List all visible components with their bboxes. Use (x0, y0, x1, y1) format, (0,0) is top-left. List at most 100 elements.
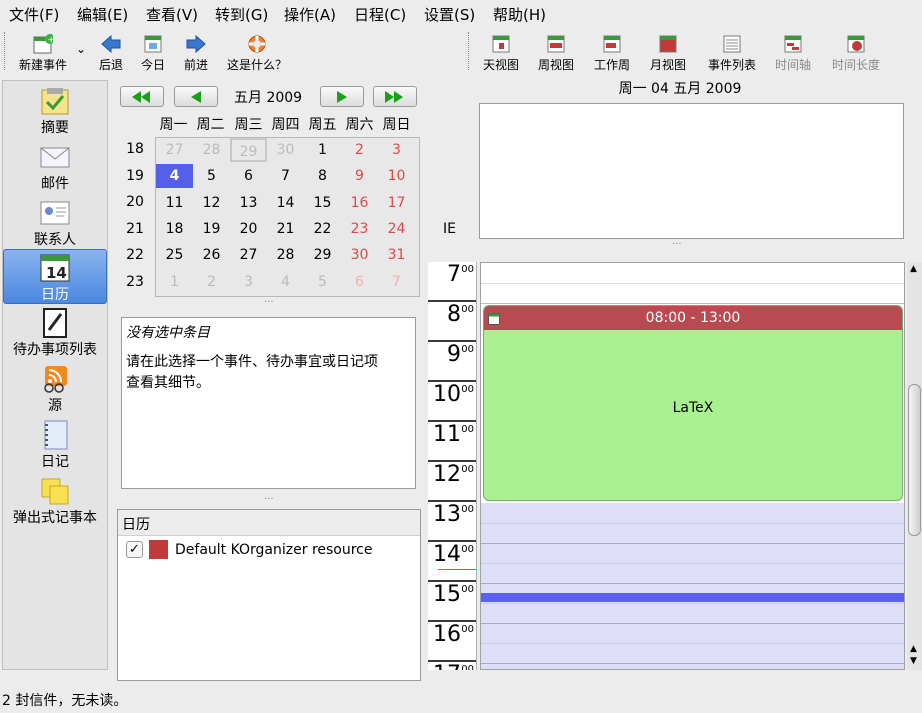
next-month-button[interactable] (320, 86, 364, 107)
sidebar-item-journal[interactable]: 日记 (3, 417, 107, 472)
all-day-area[interactable] (479, 103, 904, 239)
day-cell[interactable]: 1 (304, 138, 341, 162)
day-cell[interactable]: 9 (341, 164, 378, 188)
day-view-button[interactable]: 天视图 (480, 32, 522, 74)
sidebar-item-mail[interactable]: 邮件 (3, 139, 107, 194)
prev-month-button[interactable] (174, 86, 218, 107)
forward-button[interactable]: 前进 (181, 32, 211, 74)
back-button[interactable]: 后退 (96, 32, 126, 74)
week-number[interactable]: 20 (120, 194, 150, 210)
day-cell[interactable]: 30 (267, 138, 304, 162)
menu-settings[interactable]: 设置(S) (424, 4, 475, 25)
event-latex[interactable]: 08:00 - 13:00 LaTeX (483, 305, 903, 501)
day-cell[interactable]: 19 (193, 217, 230, 241)
new-event-dropdown-icon[interactable]: ⌄ (76, 42, 86, 56)
month-view-button[interactable]: 月视图 (647, 32, 689, 74)
sidebar-item-feeds[interactable]: 源 (3, 361, 107, 416)
day-cell[interactable]: 10 (378, 164, 415, 188)
selection-bar[interactable] (481, 593, 904, 602)
day-cell[interactable]: 31 (378, 243, 415, 267)
day-cell[interactable]: 4 (267, 270, 304, 294)
menu-go[interactable]: 转到(G) (215, 4, 268, 25)
day-cell[interactable]: 6 (341, 270, 378, 294)
next-year-button[interactable] (373, 86, 417, 107)
day-cell[interactable]: 27 (156, 138, 193, 162)
day-cell[interactable]: 14 (267, 191, 304, 215)
day-cell[interactable]: 25 (156, 243, 193, 267)
day-cell[interactable]: 2 (341, 138, 378, 162)
scroll-down-icon[interactable]: ▼ (910, 656, 917, 666)
day-cell[interactable]: 26 (193, 243, 230, 267)
work-week-button[interactable]: 工作周 (591, 32, 633, 74)
day-cell[interactable]: 17 (378, 191, 415, 215)
today-button[interactable]: 今日 (138, 32, 168, 74)
week-number[interactable]: 23 (120, 274, 150, 290)
event-list-button[interactable]: 事件列表 (704, 32, 760, 74)
day-cell[interactable]: 12 (193, 191, 230, 215)
week-number[interactable]: 22 (120, 247, 150, 263)
week-number[interactable]: 19 (120, 168, 150, 184)
day-cell[interactable]: 11 (156, 191, 193, 215)
resource-checkbox[interactable]: ✓ (126, 541, 143, 558)
scroll-up-icon[interactable]: ▲ (910, 264, 917, 274)
day-cell[interactable]: 2 (193, 270, 230, 294)
day-cell[interactable]: 13 (230, 191, 267, 215)
agenda-scrollbar[interactable]: ▲ ▲ ▼ (907, 262, 922, 670)
day-cell[interactable]: 24 (378, 217, 415, 241)
calendar-resource-row[interactable]: ✓ Default KOrganizer resource (126, 540, 373, 559)
day-cell[interactable]: 30 (341, 243, 378, 267)
hour-label: 15 00 (428, 580, 476, 620)
day-cell[interactable]: 20 (230, 217, 267, 241)
day-cell[interactable]: 5 (304, 270, 341, 294)
day-cell[interactable]: 6 (230, 164, 267, 188)
day-cell[interactable]: 29 (304, 243, 341, 267)
toolbar-handle[interactable] (4, 32, 6, 70)
day-cell[interactable]: 27 (230, 243, 267, 267)
menu-help[interactable]: 帮助(H) (493, 4, 546, 25)
menu-schedule[interactable]: 日程(C) (354, 4, 406, 25)
day-cell[interactable]: 5 (193, 164, 230, 188)
day-cell[interactable]: 1 (156, 270, 193, 294)
day-cell-selected[interactable]: 4 (156, 164, 193, 188)
splitter-handle[interactable]: ··· (672, 239, 682, 250)
arrow-left-icon (101, 34, 121, 54)
day-cell[interactable]: 28 (193, 138, 230, 162)
sidebar-item-notes[interactable]: 弹出式记事本 (3, 473, 107, 528)
splitter-handle[interactable]: ··· (264, 494, 274, 505)
agenda-date-title: 周一 04 五月 2009 (618, 81, 742, 97)
week-number[interactable]: 21 (120, 221, 150, 237)
day-cell[interactable]: 7 (267, 164, 304, 188)
time-span-button[interactable]: 时间长度 (827, 32, 885, 74)
menu-actions[interactable]: 操作(A) (284, 4, 336, 25)
toolbar-handle[interactable] (468, 32, 470, 70)
sidebar-item-todo[interactable]: 待办事项列表 (3, 305, 107, 360)
day-cell[interactable]: 15 (304, 191, 341, 215)
help-lifebuoy-icon (247, 34, 267, 54)
sidebar-item-calendar[interactable]: 14 日历 (3, 249, 107, 304)
day-cell[interactable]: 29 (230, 138, 267, 162)
day-cell[interactable]: 28 (267, 243, 304, 267)
splitter-handle[interactable]: ··· (264, 297, 274, 308)
day-cell[interactable]: 21 (267, 217, 304, 241)
day-cell[interactable]: 16 (341, 191, 378, 215)
sidebar-item-summary[interactable]: 摘要 (3, 83, 107, 138)
scroll-up-icon[interactable]: ▲ (910, 644, 917, 654)
new-event-button[interactable]: + 新建事件 (14, 32, 72, 74)
sidebar-item-contacts[interactable]: 联系人 (3, 195, 107, 250)
menu-view[interactable]: 查看(V) (146, 4, 198, 25)
day-cell[interactable]: 3 (378, 138, 415, 162)
day-cell[interactable]: 18 (156, 217, 193, 241)
week-number[interactable]: 18 (120, 141, 150, 157)
day-cell[interactable]: 22 (304, 217, 341, 241)
day-cell[interactable]: 23 (341, 217, 378, 241)
menu-file[interactable]: 文件(F) (9, 4, 59, 25)
day-cell[interactable]: 7 (378, 270, 415, 294)
whats-this-button[interactable]: 这是什么？ (224, 32, 290, 74)
week-view-button[interactable]: 周视图 (535, 32, 577, 74)
scrollbar-thumb[interactable] (908, 384, 921, 536)
menu-edit[interactable]: 编辑(E) (77, 4, 128, 25)
timeline-button[interactable]: 时间轴 (772, 32, 814, 74)
day-cell[interactable]: 3 (230, 270, 267, 294)
prev-year-button[interactable] (120, 86, 164, 107)
day-cell[interactable]: 8 (304, 164, 341, 188)
